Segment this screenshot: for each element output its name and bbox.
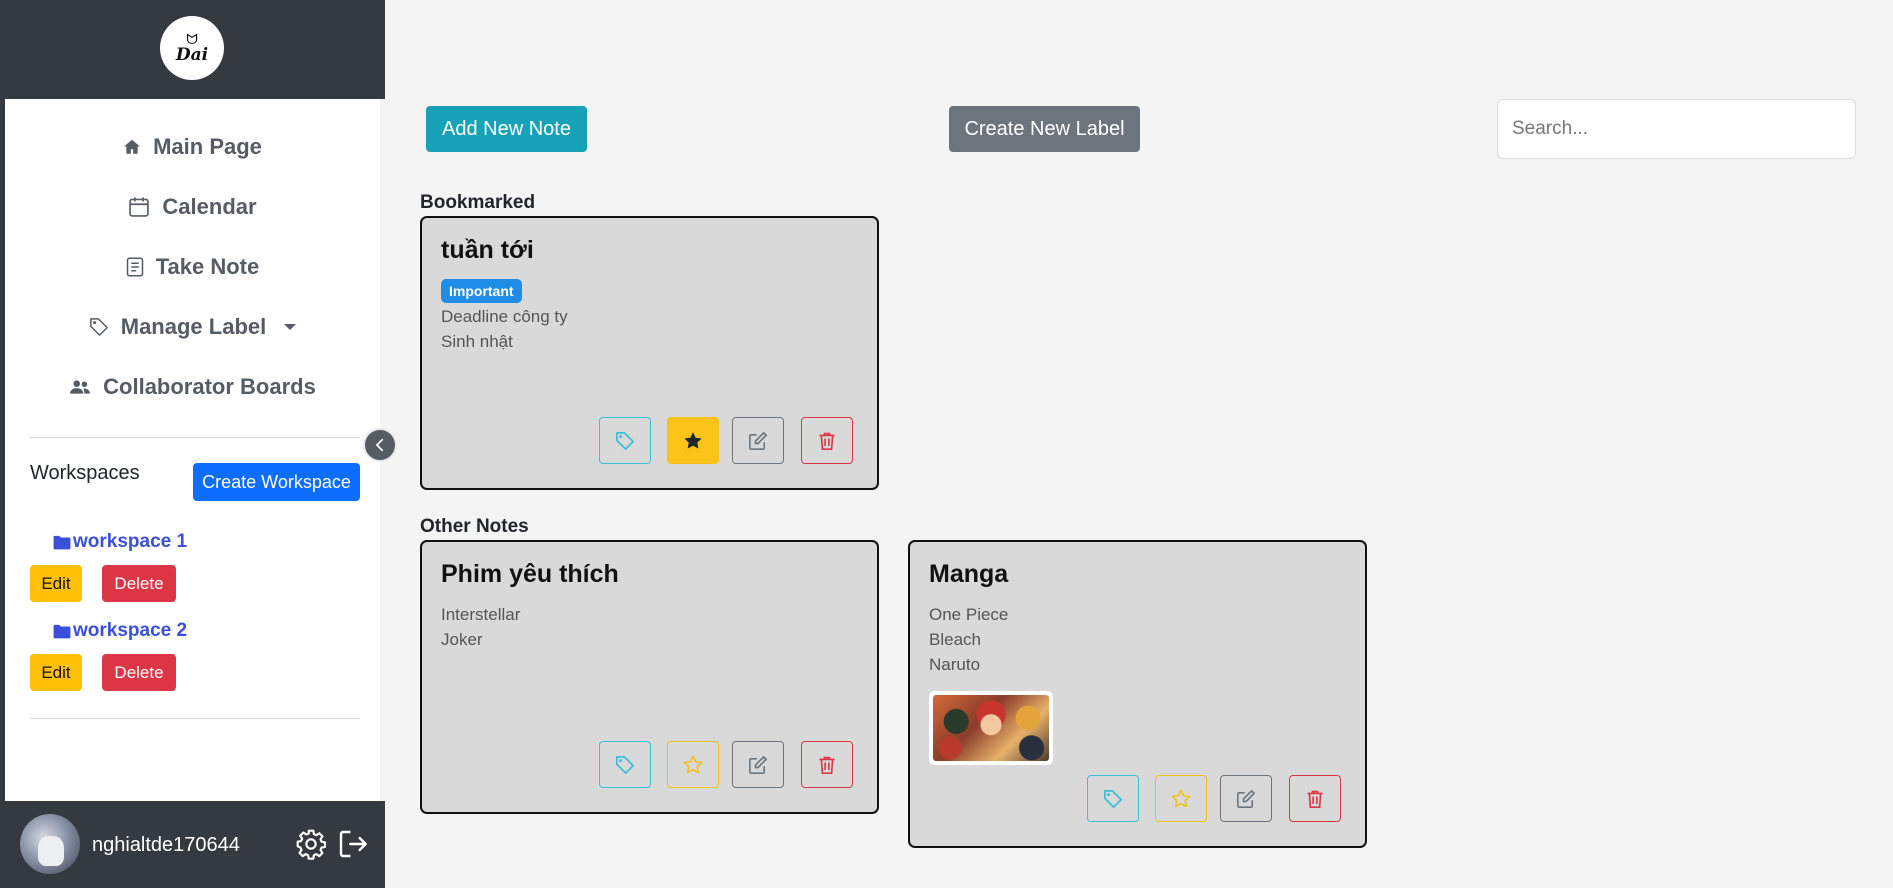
note-card[interactable]: Phim yêu thích Interstellar Joker — [420, 540, 879, 814]
note-line: One Piece — [929, 605, 1009, 624]
bookmark-star-button[interactable] — [667, 741, 719, 788]
username: nghialtde170644 — [92, 834, 240, 856]
divider — [30, 718, 360, 719]
delete-workspace-button[interactable]: Delete — [102, 565, 176, 602]
assign-label-button[interactable] — [599, 417, 651, 464]
note-line: Deadline công ty — [441, 307, 568, 326]
workspace-link[interactable]: workspace 2 — [53, 620, 187, 642]
folder-icon — [53, 624, 71, 639]
workspace-name: workspace 2 — [73, 620, 188, 641]
nav-calendar[interactable]: Calendar — [0, 187, 385, 227]
nav-collaborator-boards[interactable]: Collaborator Boards — [0, 367, 385, 407]
edit-workspace-button[interactable]: Edit — [30, 654, 82, 691]
section-title-other-notes: Other Notes — [420, 516, 529, 537]
bookmark-star-button[interactable] — [1155, 775, 1207, 822]
sidebar-footer: nghialtde170644 — [0, 801, 385, 888]
home-icon — [124, 139, 140, 154]
tag-icon — [89, 318, 108, 336]
chevron-down-icon — [284, 324, 297, 330]
collapse-sidebar-button[interactable] — [363, 428, 397, 462]
search-input[interactable] — [1497, 99, 1856, 159]
label-badge: Important — [441, 279, 522, 303]
edit-note-button[interactable] — [732, 417, 784, 464]
note-line: Sinh nhật — [441, 332, 513, 351]
folder-icon — [53, 535, 71, 550]
users-icon — [70, 380, 91, 394]
note-card[interactable]: tuần tới Important Deadline công ty Sinh… — [420, 216, 879, 490]
note-image[interactable] — [929, 691, 1053, 765]
workspace-link[interactable]: workspace 1 — [53, 531, 187, 553]
note-title: tuần tới — [441, 236, 534, 264]
cat-logo-icon: ᗢ — [186, 31, 198, 47]
sidebar-header: ᗢ Dai — [0, 0, 385, 99]
chevron-left-icon — [376, 438, 384, 452]
nav-label: Manage Label — [120, 314, 267, 339]
edit-note-button[interactable] — [732, 741, 784, 788]
delete-note-button[interactable] — [801, 741, 853, 788]
add-new-note-button[interactable]: Add New Note — [426, 106, 587, 152]
logo-text: Dai — [175, 45, 209, 65]
note-icon — [126, 257, 143, 277]
trash-icon — [819, 432, 835, 450]
note-card[interactable]: Manga One Piece Bleach Naruto — [908, 540, 1367, 848]
note-line: Naruto — [929, 655, 981, 674]
manga-image — [933, 695, 1049, 761]
workspaces-title: Workspaces — [30, 462, 140, 484]
note-line: Interstellar — [441, 605, 521, 624]
workspace-name: workspace 1 — [73, 531, 188, 552]
nav-label: Calendar — [162, 194, 257, 219]
avatar[interactable] — [20, 814, 80, 874]
note-title: Phim yêu thích — [441, 560, 619, 588]
edit-icon — [749, 755, 767, 774]
calendar-icon — [129, 197, 150, 217]
nav-label: Collaborator Boards — [103, 374, 316, 399]
logout-icon[interactable] — [337, 828, 369, 860]
trash-icon — [1307, 790, 1323, 808]
delete-note-button[interactable] — [801, 417, 853, 464]
tag-icon — [616, 755, 634, 774]
note-line: Bleach — [929, 630, 981, 649]
note-line: Joker — [441, 630, 483, 649]
tag-icon — [616, 431, 634, 450]
gear-icon[interactable] — [295, 828, 327, 860]
delete-workspace-button[interactable]: Delete — [102, 654, 176, 691]
edit-icon — [1237, 789, 1255, 808]
note-title: Manga — [929, 560, 1009, 588]
star-icon — [684, 431, 702, 448]
section-title-bookmarked: Bookmarked — [420, 192, 536, 213]
tag-icon — [1104, 789, 1122, 808]
nav-label: Main Page — [153, 134, 262, 159]
star-outline-icon — [683, 754, 703, 773]
edit-workspace-button[interactable]: Edit — [30, 565, 82, 602]
nav-take-note[interactable]: Take Note — [0, 247, 385, 287]
nav-label: Take Note — [155, 254, 260, 279]
create-new-label-button[interactable]: Create New Label — [949, 106, 1140, 152]
create-workspace-button[interactable]: Create Workspace — [193, 463, 360, 501]
nav-manage-label[interactable]: Manage Label — [0, 307, 385, 347]
edit-icon — [749, 431, 767, 450]
assign-label-button[interactable] — [599, 741, 651, 788]
sidebar: ᗢ Dai Main Page Calendar Take Note Manag… — [0, 0, 385, 888]
star-outline-icon — [1171, 788, 1191, 807]
bookmark-star-button[interactable] — [667, 417, 719, 464]
edit-note-button[interactable] — [1220, 775, 1272, 822]
nav-main-page[interactable]: Main Page — [0, 127, 385, 167]
assign-label-button[interactable] — [1087, 775, 1139, 822]
delete-note-button[interactable] — [1289, 775, 1341, 822]
divider — [30, 437, 360, 438]
app-logo[interactable]: ᗢ Dai — [160, 16, 224, 80]
trash-icon — [819, 756, 835, 774]
